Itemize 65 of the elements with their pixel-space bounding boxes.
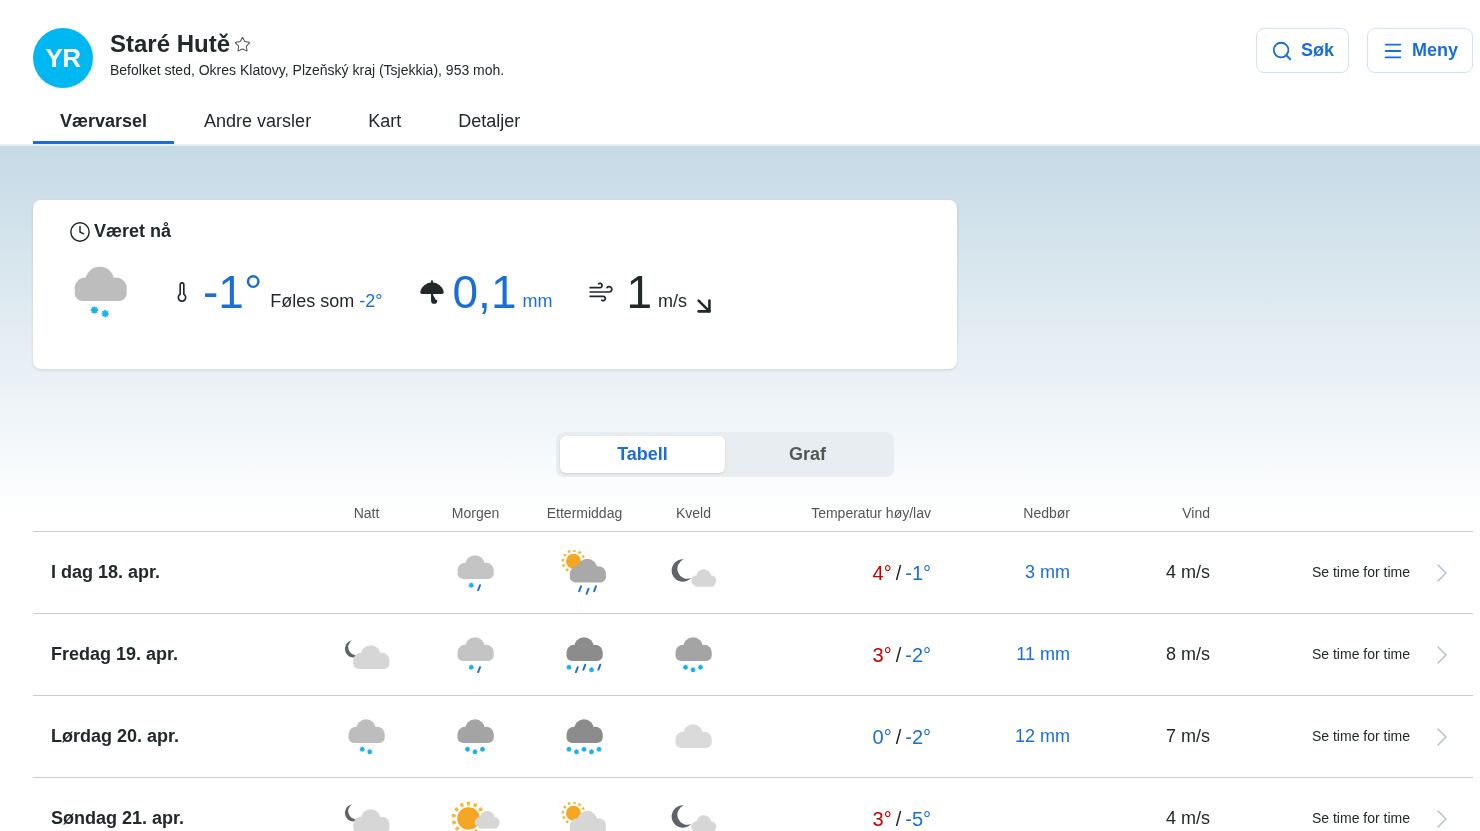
day-label: Fredag 19. apr. <box>50 643 180 666</box>
search-icon <box>1270 39 1293 62</box>
temperature-value: -1° <box>203 269 263 315</box>
feels-like-label: Føles som <box>270 290 355 313</box>
view-toggle-option[interactable]: Graf <box>725 436 890 473</box>
precipitation-amount: 3 mm <box>1025 561 1070 584</box>
wind-value: 1 <box>626 269 653 315</box>
column-header: Vind <box>1182 504 1210 523</box>
temperature-low: -2° <box>905 642 931 668</box>
precipitation-amount: 11 mm <box>1016 643 1070 666</box>
favorite-star-icon[interactable] <box>234 35 252 53</box>
wind-unit: m/s <box>658 290 688 313</box>
wind-icon <box>588 279 615 305</box>
weather-icon <box>560 550 609 595</box>
search-button[interactable]: Søk <box>1255 28 1349 73</box>
wind-speed: 4 m/s <box>1166 561 1210 584</box>
menu-button[interactable]: Meny <box>1367 28 1473 73</box>
forecast-row[interactable]: I dag 18. apr. 4° / -1° 3 mm 4 m/s Se time for time <box>33 532 1473 614</box>
nav-tab[interactable]: Kart <box>341 101 429 144</box>
view-toggle-option[interactable]: Tabell <box>560 436 725 473</box>
column-header: Temperatur høy/lav <box>811 504 931 523</box>
temperature-high: 0° <box>872 724 892 750</box>
wind-speed: 7 m/s <box>1166 725 1210 748</box>
hourly-link[interactable]: Se time for time <box>1311 644 1410 665</box>
umbrella-icon <box>418 279 445 305</box>
forecast-row[interactable]: Søndag 21. apr. 3° / -5° 4 m/s Se time for time <box>33 778 1473 831</box>
temperature-high: 4° <box>872 560 892 586</box>
temperature-separator: / <box>895 806 902 831</box>
column-header: Ettermiddag <box>546 504 623 523</box>
weather-icon <box>560 801 609 831</box>
weather-icon <box>450 801 501 831</box>
column-header: Nedbør <box>1023 504 1070 523</box>
forecast-row[interactable]: Fredag 19. apr. 3° / -2° 11 mm 8 m/s Se time for time <box>33 614 1473 696</box>
card-title: Været nå <box>94 220 172 243</box>
clock-icon <box>69 220 91 243</box>
temperature-separator: / <box>895 724 902 750</box>
nav-tab[interactable]: Andre varsler <box>177 101 339 144</box>
location-title: Staré Hutě <box>110 29 231 59</box>
temperature-separator: / <box>895 642 902 668</box>
column-header: Morgen <box>451 504 500 523</box>
day-label: I dag 18. apr. <box>50 561 162 584</box>
temperature-low: -1° <box>905 560 931 586</box>
weather-icon <box>669 557 718 588</box>
hourly-link[interactable]: Se time for time <box>1311 562 1410 583</box>
wind-speed: 4 m/s <box>1166 807 1210 830</box>
temperature-high: 3° <box>872 806 892 831</box>
wind-speed: 8 m/s <box>1166 643 1210 666</box>
nav-tab[interactable]: Detaljer <box>431 101 548 144</box>
precipitation-amount: 12 mm <box>1015 725 1070 748</box>
precipitation-unit: mm <box>522 290 553 313</box>
hourly-link[interactable]: Se time for time <box>1311 726 1410 747</box>
feels-like-value: -2° <box>359 290 383 313</box>
temperature-separator: / <box>895 560 902 586</box>
day-label: Søndag 21. apr. <box>50 807 186 830</box>
column-header: Kveld <box>676 504 711 523</box>
temperature-low: -5° <box>905 806 931 831</box>
temperature-high: 3° <box>872 642 892 668</box>
location-subtitle: Befolket sted, Okres Klatovy, Plzeňský kraj (Tsjekkia), 953 moh. <box>110 61 505 80</box>
temperature-low: -2° <box>905 724 931 750</box>
forecast-row[interactable]: Lørdag 20. apr. 0° / -2° 12 mm 7 m/s Se time for time <box>33 696 1473 778</box>
precipitation-value: 0,1 <box>452 269 517 315</box>
column-header: Natt <box>353 504 380 523</box>
day-label: Lørdag 20. apr. <box>50 725 181 748</box>
weather-icon <box>669 803 718 831</box>
hourly-link[interactable]: Se time for time <box>1311 808 1410 829</box>
